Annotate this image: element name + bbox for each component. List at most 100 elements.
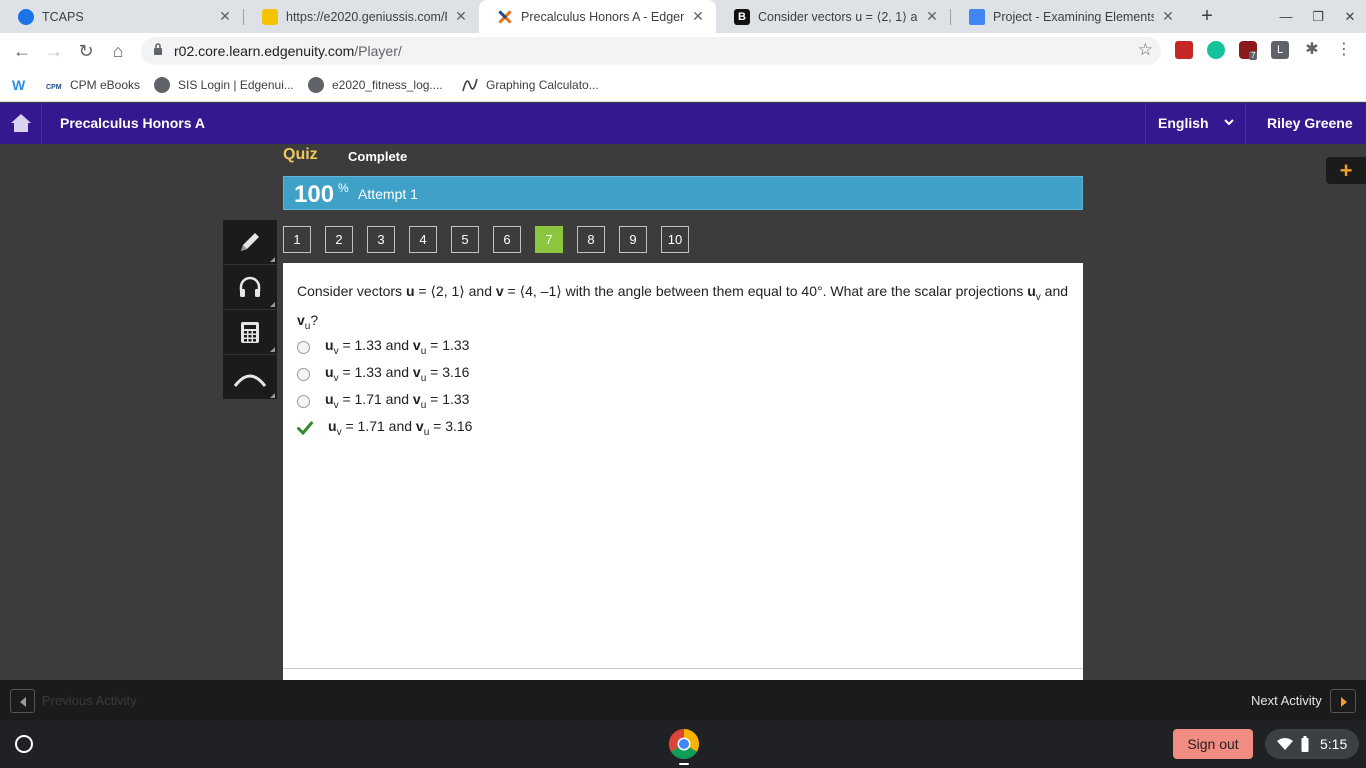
- question-button-8[interactable]: 8: [577, 226, 605, 253]
- battery-icon: [1301, 736, 1309, 752]
- l-extension-icon[interactable]: L: [1271, 41, 1289, 59]
- edgenuity-x-icon: [497, 9, 513, 24]
- calculator-tool[interactable]: [223, 310, 277, 355]
- radio-button[interactable]: [297, 340, 310, 354]
- previous-activity-button[interactable]: [10, 689, 35, 713]
- bookmark-label: e2020_fitness_log....: [332, 78, 443, 92]
- tool-corner-indicator: [270, 393, 275, 398]
- tcaps-favicon-icon: [18, 8, 34, 25]
- answer-option-2[interactable]: uv = 1.33 and vu = 3.16: [297, 363, 469, 385]
- pencil-icon: [241, 233, 259, 251]
- quiz-label: Quiz: [283, 146, 318, 163]
- sign-out-button[interactable]: Sign out: [1173, 729, 1253, 759]
- tab-title: Consider vectors u = ⟨2, 1⟩ and v: [758, 10, 918, 24]
- answer-option-1[interactable]: uv = 1.33 and vu = 1.33: [297, 336, 469, 358]
- panel-divider: [283, 668, 1083, 669]
- launcher-circle-icon[interactable]: [15, 735, 33, 753]
- tab-brainly[interactable]: B Consider vectors u = ⟨2, 1⟩ and v ✕: [716, 0, 950, 33]
- bookmark-cpm-ebooks[interactable]: CPM CPM eBooks: [46, 76, 140, 94]
- weebly-bookmark[interactable]: W: [12, 76, 36, 94]
- question-button-5[interactable]: 5: [451, 226, 479, 253]
- calculator-icon: [241, 322, 259, 343]
- question-button-6[interactable]: 6: [493, 226, 521, 253]
- question-button-7[interactable]: 7: [535, 226, 563, 253]
- red-book-extension-icon[interactable]: [1175, 41, 1193, 59]
- shield-extension-icon[interactable]: 7: [1239, 41, 1258, 60]
- new-tab-button[interactable]: +: [1196, 4, 1218, 28]
- language-select[interactable]: English: [1145, 103, 1246, 144]
- chrome-icon[interactable]: [668, 728, 700, 760]
- answer-text: uv = 1.71 and vu = 1.33: [325, 391, 470, 411]
- question-button-9[interactable]: 9: [619, 226, 647, 253]
- address-bar[interactable]: r02.core.learn.edgenuity.com/Player/ ☆: [141, 37, 1161, 65]
- close-icon[interactable]: ✕: [924, 8, 940, 25]
- lightbulb-icon: [262, 8, 278, 25]
- close-icon[interactable]: ✕: [1160, 8, 1176, 25]
- question-button-2[interactable]: 2: [325, 226, 353, 253]
- close-icon[interactable]: ✕: [690, 8, 706, 25]
- reload-icon[interactable]: ↻: [74, 39, 98, 63]
- google-docs-icon: [969, 8, 985, 25]
- language-label: English: [1158, 115, 1209, 131]
- question-panel: Consider vectors u = ⟨2, 1⟩ and v = ⟨4, …: [283, 263, 1083, 680]
- browser-tab-strip: TCAPS ✕ https://e2020.geniussis.com/FE ✕…: [0, 0, 1366, 33]
- tab-project[interactable]: Project - Examining Elements of ✕: [951, 0, 1186, 33]
- back-arrow-icon[interactable]: ←: [10, 39, 34, 63]
- activity-footer: Previous Activity Next Activity: [0, 680, 1366, 720]
- chevron-down-icon: [1224, 119, 1234, 126]
- bookmark-label: CPM eBooks: [70, 78, 141, 92]
- question-button-3[interactable]: 3: [367, 226, 395, 253]
- bookmark-label: SIS Login | Edgenui...: [178, 78, 294, 92]
- question-button-10[interactable]: 10: [661, 226, 689, 253]
- read-aloud-tool[interactable]: [223, 265, 277, 310]
- bookmark-graphing-calculator[interactable]: Graphing Calculato...: [462, 76, 599, 94]
- tab-title: Precalculus Honors A - Edgenuity: [521, 9, 684, 24]
- home-icon[interactable]: ⌂: [106, 39, 130, 63]
- brainly-b-icon: B: [734, 8, 750, 25]
- highlighter-tool[interactable]: [223, 220, 277, 265]
- bookmark-label: Graphing Calculato...: [486, 78, 599, 92]
- minimize-button[interactable]: —: [1270, 0, 1302, 33]
- user-name[interactable]: Riley Greene: [1267, 115, 1353, 131]
- answer-text: uv = 1.33 and vu = 3.16: [325, 364, 470, 384]
- tab-title: https://e2020.geniussis.com/FE: [286, 9, 447, 24]
- question-button-4[interactable]: 4: [409, 226, 437, 253]
- answer-option-4-correct[interactable]: uv = 1.71 and vu = 3.16: [297, 417, 472, 439]
- tab-precalculus[interactable]: Precalculus Honors A - Edgenuity ✕: [479, 0, 716, 33]
- grammarly-icon[interactable]: [1207, 41, 1225, 59]
- tab-geniussis[interactable]: https://e2020.geniussis.com/FE ✕: [244, 0, 479, 33]
- next-activity-label[interactable]: Next Activity: [1251, 693, 1322, 708]
- forward-arrow-icon[interactable]: →: [42, 39, 66, 63]
- score-unit: %: [338, 181, 349, 195]
- expand-plus-button[interactable]: +: [1326, 157, 1366, 184]
- radio-button[interactable]: [297, 394, 310, 408]
- browser-toolbar: ← → ↻ ⌂ r02.core.learn.edgenuity.com/Pla…: [0, 33, 1366, 69]
- restore-button[interactable]: ❐: [1302, 0, 1334, 33]
- question-button-1[interactable]: 1: [283, 226, 311, 253]
- score-bar: 100 % Attempt 1: [283, 176, 1083, 210]
- home-button[interactable]: [0, 103, 42, 144]
- puzzle-extensions-icon[interactable]: ✱: [1303, 41, 1321, 59]
- close-icon[interactable]: ✕: [453, 8, 469, 25]
- os-shelf: Sign out 5:15: [0, 720, 1366, 768]
- tab-tcaps[interactable]: TCAPS ✕: [0, 0, 243, 33]
- globe-icon: [154, 77, 170, 93]
- answer-text: uv = 1.33 and vu = 1.33: [325, 337, 470, 357]
- course-title: Precalculus Honors A: [60, 115, 205, 131]
- status-tray[interactable]: 5:15: [1265, 729, 1359, 759]
- attempt-label: Attempt 1: [358, 186, 418, 202]
- previous-activity-label[interactable]: Previous Activity: [42, 693, 137, 708]
- next-activity-button[interactable]: [1330, 689, 1356, 713]
- close-window-button[interactable]: ✕: [1334, 0, 1366, 33]
- radio-button[interactable]: [297, 367, 310, 381]
- answer-text: uv = 1.71 and vu = 3.16: [328, 418, 473, 438]
- question-text: Consider vectors u = ⟨2, 1⟩ and v = ⟨4, …: [297, 283, 1069, 332]
- bookmark-fitness-log[interactable]: e2020_fitness_log....: [308, 76, 443, 94]
- more-menu-icon[interactable]: ⋮: [1335, 41, 1353, 59]
- bookmark-star-icon[interactable]: ☆: [1138, 40, 1153, 60]
- bookmark-sis-login[interactable]: SIS Login | Edgenui...: [154, 76, 294, 94]
- answer-option-3[interactable]: uv = 1.71 and vu = 1.33: [297, 390, 469, 412]
- close-icon[interactable]: ✕: [217, 8, 233, 25]
- translate-tool[interactable]: [223, 355, 277, 400]
- desmos-graph-icon: [462, 78, 478, 92]
